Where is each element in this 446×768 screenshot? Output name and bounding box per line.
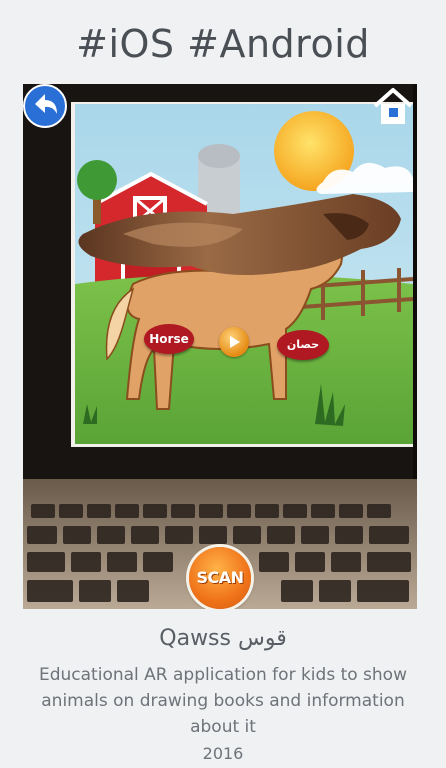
scan-button[interactable]: SCAN: [189, 547, 251, 609]
app-screenshot: Horse حصان SCAN: [23, 84, 417, 609]
back-button[interactable]: [23, 84, 67, 128]
page-heading: #iOS #Android: [76, 22, 370, 66]
project-description: Educational AR application for kids to s…: [38, 665, 407, 737]
animal-name-english: Horse: [144, 324, 194, 354]
project-title: Qawss قوس: [159, 626, 287, 651]
home-button[interactable]: [369, 84, 417, 128]
play-icon: [230, 336, 240, 348]
project-year: 2016: [202, 744, 244, 763]
play-sound-button[interactable]: [219, 327, 249, 357]
animal-name-arabic: حصان: [277, 330, 329, 360]
back-arrow-icon: [23, 84, 67, 128]
home-icon: [373, 88, 413, 124]
